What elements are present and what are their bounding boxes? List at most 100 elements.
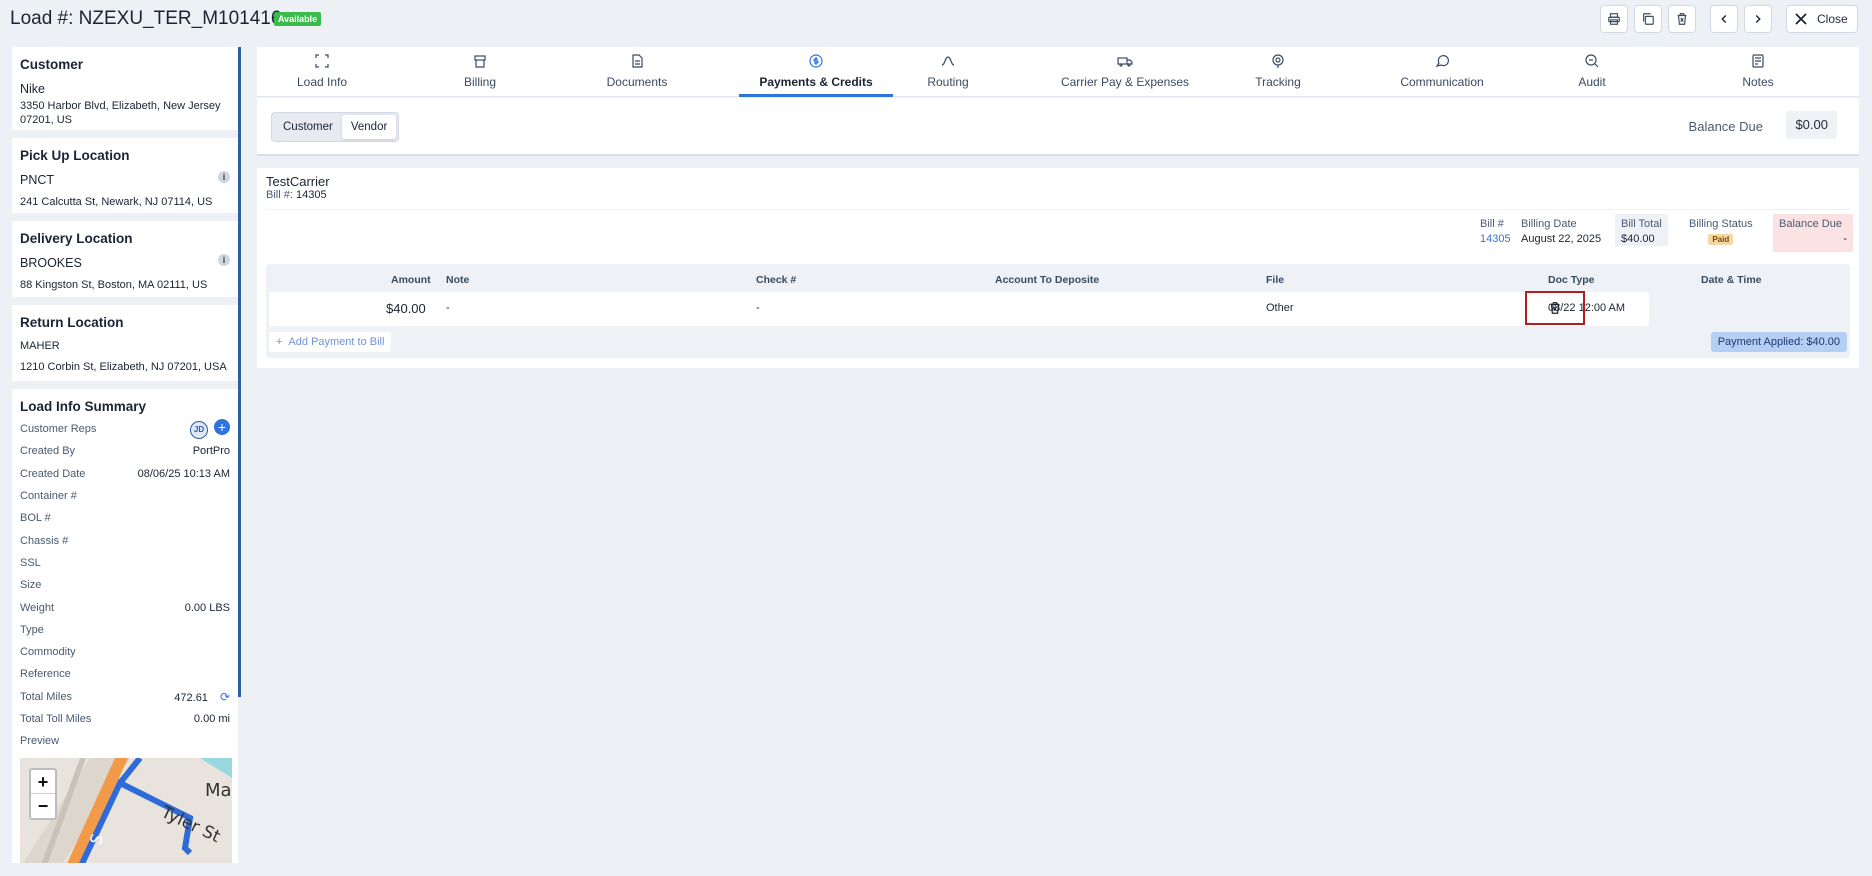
print-button[interactable] bbox=[1600, 5, 1628, 33]
route-map[interactable]: Mar Tyler St S + − bbox=[20, 758, 232, 863]
payments-table: Amount Note Check # Account To Deposite … bbox=[266, 264, 1850, 358]
tab-carrier-pay-expenses[interactable]: Carrier Pay & Expenses bbox=[1045, 47, 1205, 97]
routing-icon bbox=[941, 56, 955, 66]
pickup-info-icon[interactable]: i bbox=[218, 171, 230, 183]
billing-date-label: Billing Date bbox=[1521, 218, 1577, 230]
summary-rows: Created By PortPro Created Date 08/06/25 10… bbox=[20, 440, 230, 685]
return-card: Return Location MAHER 1210 Corbin St, El… bbox=[12, 305, 238, 381]
map-label-1: Mar bbox=[205, 780, 232, 801]
col-doc-type: Doc Type bbox=[1548, 274, 1595, 286]
bill-number: Bill #: 14305 bbox=[266, 189, 327, 201]
tab-load-info[interactable]: Load Info bbox=[267, 47, 377, 97]
delete-payment-button[interactable] bbox=[1525, 291, 1585, 325]
customer-card: Customer Nike 3350 Harbor Blvd, Elizabet… bbox=[12, 47, 238, 130]
summary-row: Container # bbox=[20, 485, 230, 507]
payments-icon bbox=[809, 54, 823, 68]
avatar[interactable]: JD bbox=[190, 420, 208, 439]
tab-label: Payments & Credits bbox=[759, 75, 873, 89]
print-icon bbox=[1608, 13, 1620, 25]
copy-icon bbox=[1643, 13, 1654, 25]
tab-routing[interactable]: Routing bbox=[893, 47, 1003, 97]
billing-date-value: August 22, 2025 bbox=[1521, 233, 1602, 245]
total-miles-value: 472.61 bbox=[174, 691, 208, 704]
summary-key: Reference bbox=[20, 668, 71, 681]
load-tabs: Load Info Billing Documents Payments & Cred… bbox=[257, 47, 1859, 97]
pickup-card: Pick Up Location i PNCT 241 Calcutta St, … bbox=[12, 138, 238, 213]
billing-icon bbox=[474, 55, 486, 68]
tab-documents[interactable]: Documents bbox=[577, 47, 697, 97]
cell-amount: $40.00 bbox=[386, 301, 426, 316]
payments-toolbar: Customer Vendor Balance Due $0.00 bbox=[257, 98, 1859, 156]
toll-miles-value: 0.00 mi bbox=[193, 713, 230, 725]
zoom-out-button[interactable]: − bbox=[31, 794, 55, 818]
balance-due-value: $0.00 bbox=[1786, 111, 1837, 139]
summary-row: SSL bbox=[20, 552, 230, 574]
bill-balance-label: Balance Due bbox=[1779, 218, 1842, 230]
total-miles-label: Total Miles bbox=[20, 690, 72, 703]
summary-key: SSL bbox=[20, 556, 41, 569]
billing-status-label: Billing Status bbox=[1689, 218, 1753, 230]
delete-load-button[interactable] bbox=[1668, 5, 1696, 33]
return-address: 1210 Corbin St, Elizabeth, NJ 07201, USA bbox=[20, 361, 227, 373]
trash-icon bbox=[1550, 302, 1560, 314]
carrier-pay-icon bbox=[1117, 57, 1133, 67]
audit-icon bbox=[1585, 54, 1599, 68]
customer-toggle[interactable]: Customer bbox=[274, 115, 342, 139]
pickup-heading: Pick Up Location bbox=[20, 148, 130, 163]
refresh-icon[interactable]: ⟳ bbox=[220, 690, 230, 704]
next-load-button[interactable] bbox=[1744, 5, 1772, 33]
paid-badge: Paid bbox=[1708, 234, 1734, 245]
meta-bill-number: Bill # 14305 bbox=[1480, 218, 1511, 245]
tab-audit[interactable]: Audit bbox=[1537, 47, 1647, 97]
summary-value: PortPro bbox=[192, 445, 230, 458]
delivery-info-icon[interactable]: i bbox=[218, 254, 230, 266]
tab-billing[interactable]: Billing bbox=[425, 47, 535, 97]
documents-icon bbox=[632, 54, 643, 68]
vendor-toggle[interactable]: Vendor bbox=[341, 115, 397, 139]
bill-link[interactable]: 14305 bbox=[1480, 233, 1511, 245]
add-rep-icon[interactable]: + bbox=[214, 419, 230, 436]
divider bbox=[266, 209, 1850, 210]
preview-row: Preview bbox=[20, 730, 230, 752]
summary-row: Commodity bbox=[20, 641, 230, 663]
previous-load-button[interactable] bbox=[1710, 5, 1738, 33]
zoom-in-button[interactable]: + bbox=[31, 770, 55, 795]
page-title: Load #: NZEXU_TER_M101416 bbox=[10, 8, 282, 29]
tab-communication[interactable]: Communication bbox=[1377, 47, 1507, 97]
col-account: Account To Deposite bbox=[995, 274, 1100, 286]
toll-miles-row: Total Toll Miles 0.00 mi bbox=[20, 708, 230, 730]
tab-label: Carrier Pay & Expenses bbox=[1060, 75, 1190, 89]
col-check: Check # bbox=[756, 274, 797, 286]
summary-key: Created By bbox=[20, 445, 76, 458]
summary-key: Weight bbox=[20, 601, 55, 614]
load-sidebar: Customer Nike 3350 Harbor Blvd, Elizabet… bbox=[12, 47, 241, 863]
tab-label: Audit bbox=[1578, 75, 1606, 89]
tab-label: Routing bbox=[927, 75, 969, 89]
load-info-icon bbox=[315, 54, 329, 68]
tab-label: Load Info bbox=[296, 75, 348, 89]
add-payment-button[interactable]: + Add Payment to Bill bbox=[269, 332, 392, 352]
meta-bill-total: Bill Total $40.00 bbox=[1615, 214, 1668, 246]
return-heading: Return Location bbox=[20, 315, 124, 330]
tab-tracking[interactable]: Tracking bbox=[1223, 47, 1333, 97]
meta-billing-date: Billing Date August 22, 2025 bbox=[1521, 218, 1601, 245]
status-badge: Available bbox=[274, 12, 322, 26]
vendor-bill-card: TestCarrier Bill #: 14305 Bill # 14305 B… bbox=[257, 168, 1859, 368]
customer-reps-label: Customer Reps bbox=[20, 423, 97, 436]
tab-label: Billing bbox=[463, 75, 496, 89]
summary-key: BOL # bbox=[20, 512, 51, 525]
summary-key: Container # bbox=[20, 490, 77, 503]
pickup-name: PNCT bbox=[20, 173, 55, 187]
table-row: $40.00 - - Other 08/22 12:00 AM bbox=[269, 291, 1649, 326]
tab-notes[interactable]: Notes bbox=[1693, 47, 1823, 97]
bill-balance-value: - bbox=[1843, 233, 1847, 245]
load-summary-card: Load Info Summary Customer Reps JD + Crea… bbox=[12, 389, 238, 863]
summary-row: Chassis # bbox=[20, 529, 230, 551]
tab-payments-credits[interactable]: Payments & Credits bbox=[739, 47, 893, 97]
toll-miles-label: Total Toll Miles bbox=[20, 713, 92, 725]
balance-due-label: Balance Due bbox=[1688, 119, 1763, 134]
close-button[interactable]: Close bbox=[1786, 5, 1858, 33]
trash-icon bbox=[1677, 13, 1687, 25]
duplicate-button[interactable] bbox=[1634, 5, 1662, 33]
return-name: MAHER bbox=[20, 340, 60, 352]
